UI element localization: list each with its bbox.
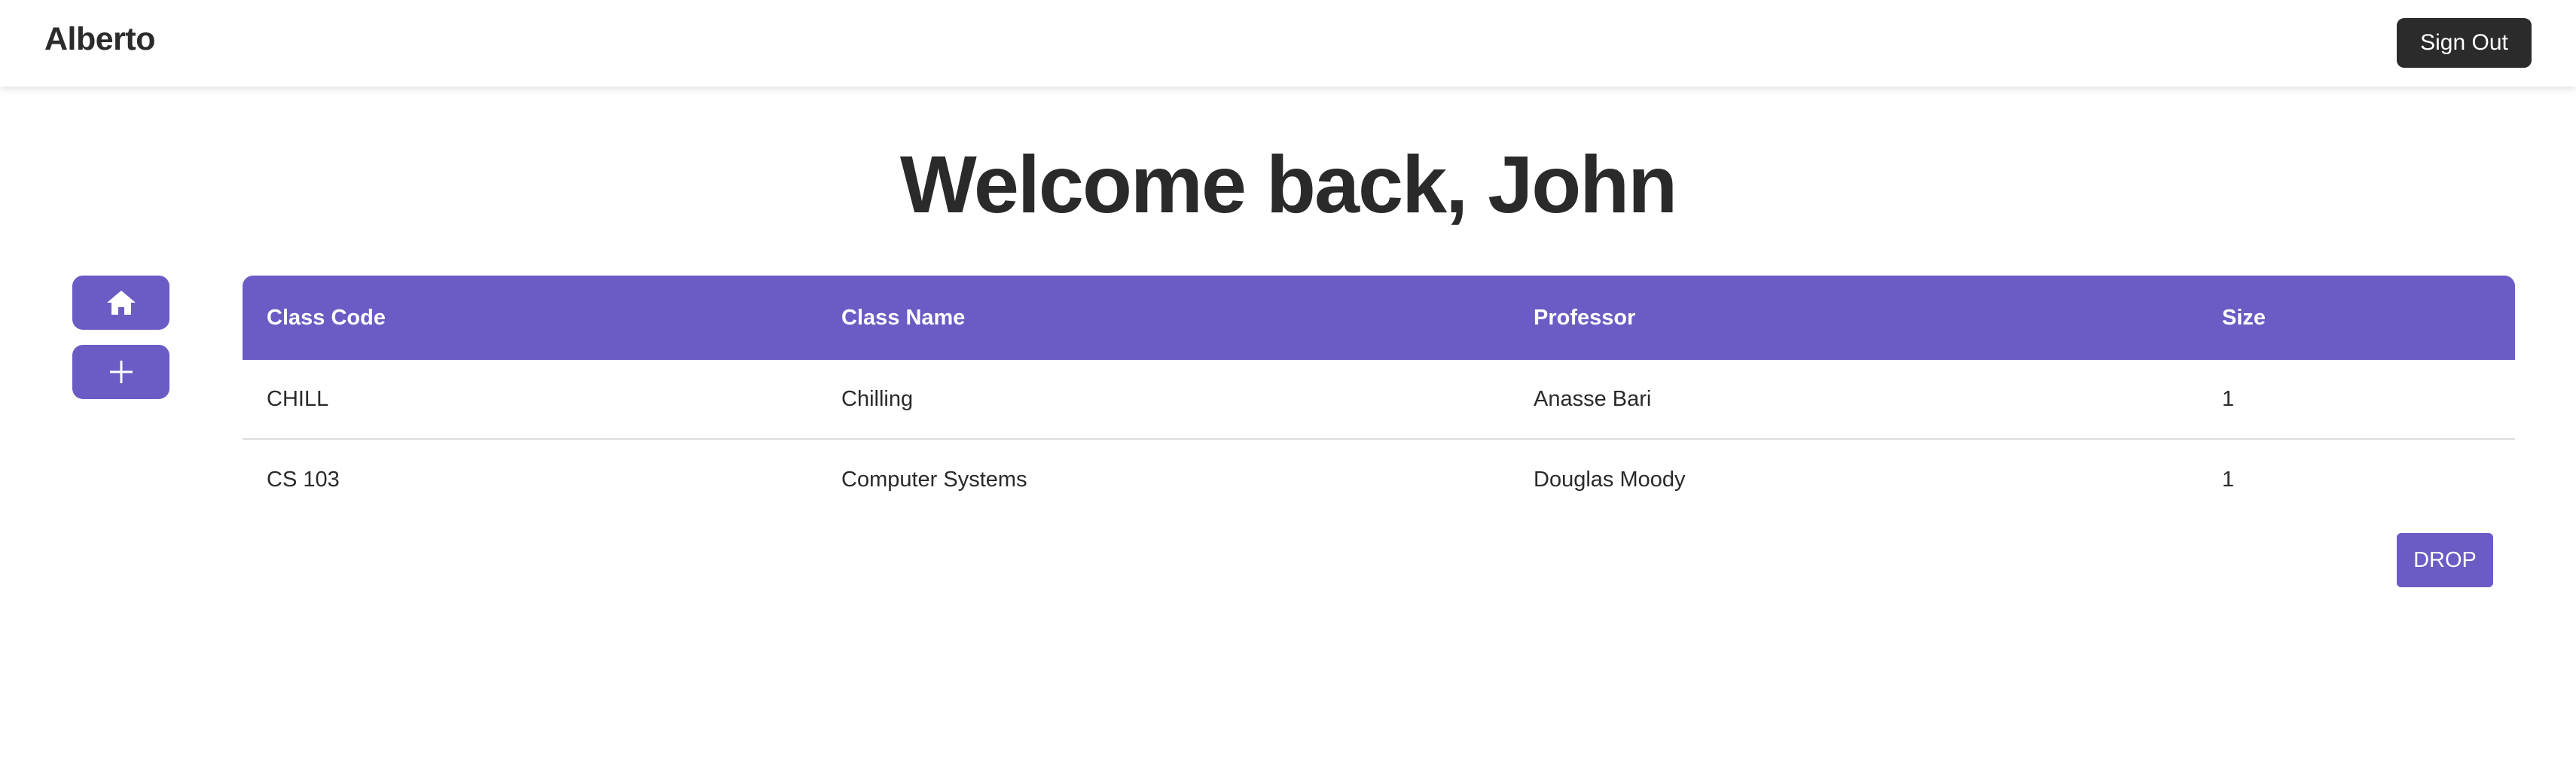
classes-table: Class Code Class Name Professor Size CHI…: [243, 276, 2515, 519]
drop-button[interactable]: DROP: [2397, 533, 2493, 587]
welcome-heading: Welcome back, John: [899, 139, 1677, 230]
header-size[interactable]: Size: [2222, 306, 2266, 331]
plus-icon: [109, 361, 133, 383]
cell-size: 1: [2222, 467, 2235, 492]
table-row[interactable]: CS 103 Computer Systems Douglas Moody 1: [243, 440, 2515, 519]
home-icon: [106, 291, 136, 315]
cell-class-code: CHILL: [267, 386, 329, 411]
header-class-name[interactable]: Class Name: [841, 306, 965, 331]
top-navbar: Alberto Sign Out: [0, 0, 2576, 87]
cell-professor: Douglas Moody: [1534, 467, 1686, 492]
cell-class-code: CS 103: [267, 467, 340, 492]
cell-professor: Anasse Bari: [1534, 386, 1652, 411]
sign-out-button[interactable]: Sign Out: [2397, 18, 2532, 68]
table-header: Class Code Class Name Professor Size: [243, 276, 2515, 360]
cell-size: 1: [2222, 386, 2235, 411]
table-row[interactable]: CHILL Chilling Anasse Bari 1: [243, 360, 2515, 440]
cell-class-name: Computer Systems: [841, 467, 1027, 492]
add-class-button[interactable]: [72, 345, 169, 399]
brand-name[interactable]: Alberto: [44, 21, 156, 58]
header-professor[interactable]: Professor: [1534, 306, 1635, 331]
home-button[interactable]: [72, 276, 169, 330]
header-class-code[interactable]: Class Code: [267, 306, 386, 331]
cell-class-name: Chilling: [841, 386, 914, 411]
